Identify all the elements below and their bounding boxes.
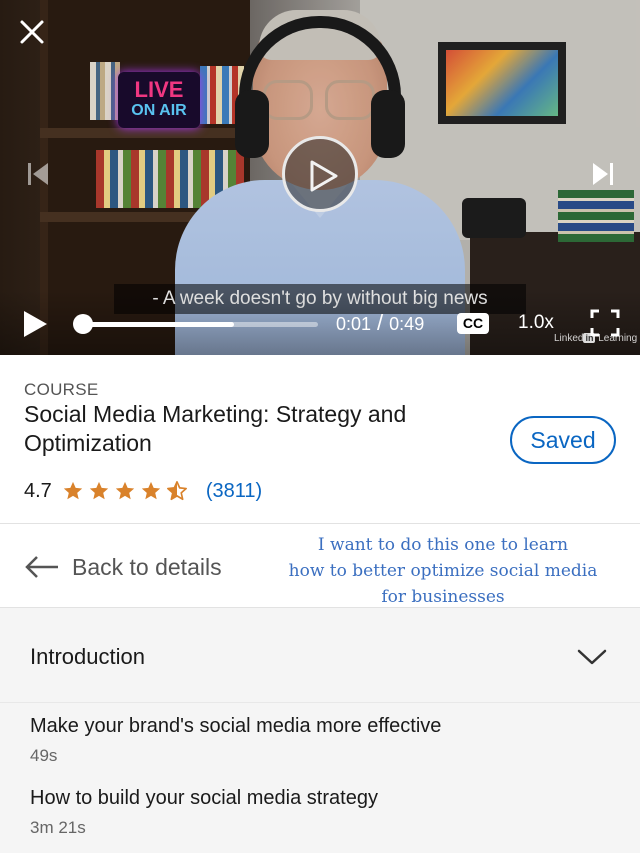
close-icon [20, 20, 44, 44]
progress-bar[interactable] [72, 314, 318, 334]
rating-count-link[interactable]: (3811) [206, 480, 262, 503]
video-player[interactable]: LIVE ON AIR 0:01 / 0:49 CC 1.0x Linked i… [0, 0, 640, 355]
playback-speed-button[interactable]: 1.0x [518, 312, 554, 334]
divider [0, 702, 640, 703]
section-title-introduction[interactable]: Introduction [30, 644, 145, 670]
player-controls: 0:01/0:49 CC 1.0x [0, 290, 640, 355]
time-display: 0:01/0:49 [336, 312, 424, 335]
progress-fill [78, 322, 234, 327]
time-separator: / [377, 310, 384, 335]
progress-scrubber[interactable] [72, 314, 93, 334]
lesson-item-title[interactable]: How to build your social media strategy [30, 787, 378, 810]
lesson-item-duration: 49s [30, 746, 58, 765]
close-button[interactable] [16, 16, 48, 48]
center-play-button[interactable] [282, 136, 358, 212]
skip-previous-icon [28, 163, 48, 185]
star-full-icon [115, 481, 134, 500]
course-rating: 4.7 (3811) [24, 478, 262, 504]
saved-button[interactable]: Saved [510, 416, 616, 464]
divider [0, 523, 640, 524]
arrow-left-icon [25, 556, 58, 578]
closed-captions-button[interactable]: CC [457, 313, 489, 334]
back-label: Back to details [72, 553, 222, 580]
course-title: Social Media Marketing: Strategy and Opt… [24, 401, 407, 456]
rating-value: 4.7 [24, 479, 52, 502]
chevron-down-icon[interactable] [576, 646, 608, 668]
handwritten-note: I want to do this one to learn how to be… [286, 532, 600, 610]
course-label: COURSE [24, 380, 99, 399]
star-half-icon [166, 481, 187, 501]
linkedin-learning-watermark: Linked in Learning [554, 333, 638, 344]
duration: 0:49 [389, 314, 425, 334]
note-line: I want to do this one to learn [317, 535, 569, 555]
lesson-item-duration: 3m 21s [30, 818, 86, 837]
current-time: 0:01 [336, 314, 372, 334]
next-video-button[interactable] [590, 160, 616, 188]
play-button[interactable] [22, 310, 48, 338]
star-full-icon [63, 481, 82, 500]
previous-video-button[interactable] [26, 160, 52, 188]
play-icon [24, 311, 47, 337]
note-line: how to better optimize social media [288, 561, 598, 581]
star-full-icon [89, 481, 108, 500]
lesson-item-title[interactable]: Make your brand's social media more effe… [30, 715, 441, 738]
star-full-icon [141, 481, 160, 500]
back-to-details-button[interactable]: Back to details [24, 552, 222, 582]
skip-next-icon [593, 163, 613, 185]
play-icon [310, 160, 338, 192]
